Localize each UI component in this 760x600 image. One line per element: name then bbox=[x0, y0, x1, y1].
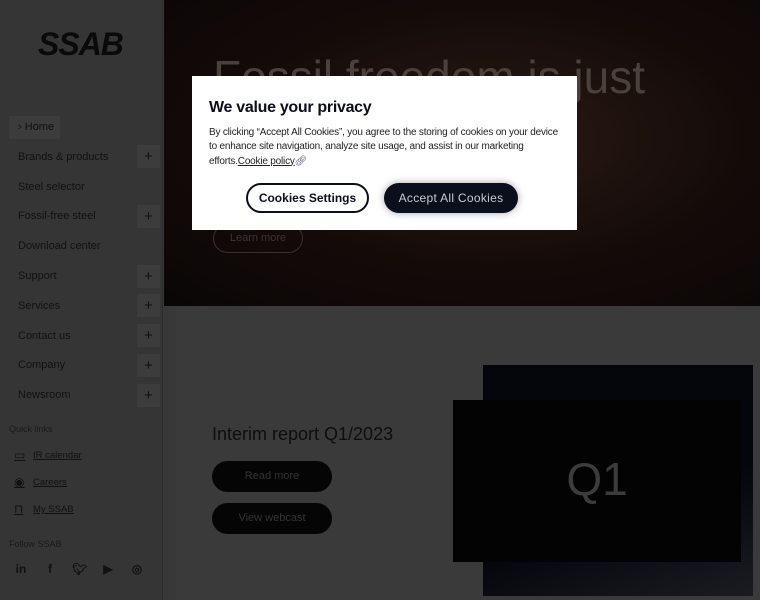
quick-link-careers[interactable]: ◉ Careers bbox=[14, 476, 67, 489]
nav-item-label: Services bbox=[18, 299, 61, 312]
expand-plus-icon[interactable]: + bbox=[137, 383, 160, 407]
report-image-text: Q1 bbox=[566, 453, 628, 505]
nav-item-support[interactable]: Support + bbox=[0, 261, 163, 291]
quick-link-label: IR calendar bbox=[33, 450, 82, 461]
nav-item-services[interactable]: Services + bbox=[0, 291, 163, 321]
read-more-button[interactable]: Read more bbox=[212, 461, 332, 492]
expand-plus-icon[interactable]: + bbox=[137, 294, 160, 318]
facebook-icon[interactable]: f bbox=[43, 562, 57, 576]
expand-plus-icon[interactable]: + bbox=[137, 204, 160, 228]
nav-item-contact-us[interactable]: Contact us + bbox=[0, 321, 163, 351]
report-title: Interim report Q1/2023 bbox=[212, 424, 394, 444]
instagram-icon[interactable]: ◎ bbox=[130, 562, 144, 576]
expand-plus-icon[interactable]: + bbox=[137, 145, 160, 169]
cookie-title: We value your privacy bbox=[209, 99, 372, 116]
accept-all-cookies-button[interactable]: Accept All Cookies bbox=[384, 183, 518, 213]
linkedin-icon[interactable]: in bbox=[14, 562, 28, 576]
quick-link-label: Careers bbox=[33, 477, 67, 488]
calendar-icon: ▭ bbox=[14, 448, 26, 462]
cookies-settings-button[interactable]: Cookies Settings bbox=[246, 183, 369, 213]
cookie-body: By clicking “Accept All Cookies”, you ag… bbox=[209, 126, 564, 169]
twitter-icon[interactable]: 🐦︎ bbox=[72, 562, 87, 576]
cookie-policy-link[interactable]: Cookie policy bbox=[238, 156, 295, 167]
sidebar: SSAB › Home Brands & products + Steel sele… bbox=[0, 0, 163, 600]
nav-item-label: Brands & products bbox=[18, 150, 109, 163]
ssab-logo[interactable]: SSAB bbox=[38, 26, 124, 63]
nav-item-label: Company bbox=[18, 359, 66, 372]
expand-plus-icon[interactable]: + bbox=[137, 353, 160, 377]
nav-item-brands-products[interactable]: Brands & products + bbox=[0, 142, 163, 172]
youtube-icon[interactable]: ▶ bbox=[101, 562, 115, 576]
nav-item-label: Support bbox=[18, 270, 57, 283]
nav-item-company[interactable]: Company + bbox=[0, 351, 163, 381]
expand-plus-icon[interactable]: + bbox=[137, 264, 160, 288]
view-webcast-button[interactable]: View webcast bbox=[212, 503, 332, 534]
main-nav: Brands & products + Steel selector Fossil-f… bbox=[0, 142, 163, 410]
nav-item-newsroom[interactable]: Newsroom + bbox=[0, 380, 163, 410]
quick-links-label: Quick links bbox=[9, 424, 53, 434]
quick-link-label: My SSAB bbox=[33, 504, 74, 515]
nav-item-label: Contact us bbox=[18, 329, 71, 342]
social-links: in f 🐦︎ ▶ ◎ bbox=[14, 562, 144, 576]
quick-link-my-ssab[interactable]: ⊓ My SSAB bbox=[14, 503, 74, 516]
external-link-icon: 🔗︎ bbox=[294, 155, 308, 167]
lock-icon: ⊓ bbox=[14, 502, 24, 516]
nav-item-label: Fossil-free steel bbox=[18, 210, 96, 223]
nav-item-label: Steel selector bbox=[18, 180, 85, 193]
follow-label: Follow SSAB bbox=[9, 539, 62, 549]
nav-home[interactable]: › Home bbox=[9, 116, 60, 139]
user-circle-icon: ◉ bbox=[14, 475, 25, 489]
report-image-card: Q1 bbox=[453, 400, 741, 562]
quick-link-ir-calendar[interactable]: ▭ IR calendar bbox=[14, 449, 82, 462]
nav-home-label: Home bbox=[24, 121, 55, 133]
cookie-consent-dialog: We value your privacy By clicking “Accep… bbox=[192, 76, 577, 230]
nav-item-steel-selector[interactable]: Steel selector bbox=[0, 172, 163, 202]
nav-item-download-center[interactable]: Download center bbox=[0, 231, 163, 261]
nav-item-fossil-free-steel[interactable]: Fossil-free steel + bbox=[0, 202, 163, 232]
expand-plus-icon[interactable]: + bbox=[137, 324, 160, 348]
nav-item-label: Newsroom bbox=[18, 389, 71, 402]
nav-item-label: Download center bbox=[18, 240, 101, 253]
